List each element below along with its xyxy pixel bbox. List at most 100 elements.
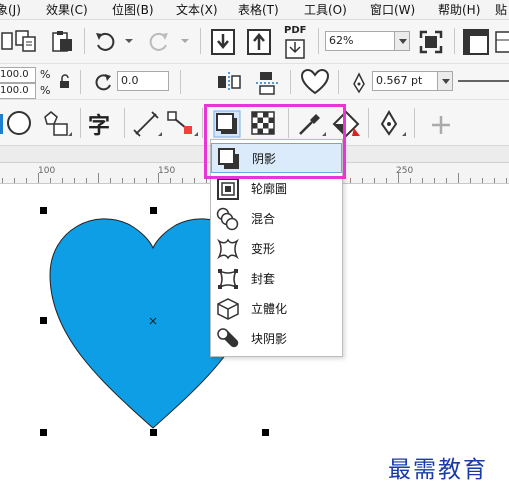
add-tool-icon[interactable]	[430, 114, 452, 136]
selection-handle-top-left[interactable]	[40, 207, 47, 214]
toolbar-separator	[80, 70, 81, 94]
extrude-icon	[217, 298, 239, 320]
standard-toolbar: PDF 62%	[0, 20, 509, 64]
flyout-item-block-shadow[interactable]: 块阴影	[211, 324, 342, 354]
mirror-horizontal-icon[interactable]	[216, 70, 242, 94]
ruler-tick	[122, 178, 123, 183]
polygon-tool-icon[interactable]	[42, 110, 72, 138]
menu-text[interactable]: 文本(X)	[176, 2, 218, 18]
ruler-tick	[134, 178, 135, 183]
undo-icon[interactable]	[94, 30, 118, 52]
outline-width-dropdown-button[interactable]	[437, 71, 453, 91]
menu-help[interactable]: 帮助(H)	[438, 2, 480, 18]
tool-highlight-outline	[204, 104, 346, 142]
undo-dropdown-icon[interactable]	[124, 36, 134, 46]
ruler-tick	[62, 178, 63, 183]
zoom-level-field[interactable]: 62%	[325, 31, 395, 51]
ruler-tick	[362, 178, 363, 183]
import-icon[interactable]	[210, 28, 236, 56]
ruler-tick	[26, 178, 27, 183]
shape-heart-icon[interactable]	[300, 68, 330, 96]
ruler-tick	[374, 178, 375, 183]
mirror-vertical-icon[interactable]	[254, 70, 280, 96]
ruler-label: 100	[38, 166, 56, 176]
toolbar-separator	[290, 70, 291, 94]
block-shadow-icon	[217, 328, 239, 348]
app-window: 象(J) 效果(C) 位图(B) 文本(X) 表格(T) 工具(O) 窗口(W)…	[0, 0, 509, 494]
flyout-item-label: 轮廓圖	[251, 182, 288, 196]
paste-icon[interactable]	[50, 29, 74, 53]
grid-icon[interactable]	[494, 28, 509, 56]
toolbar-separator	[84, 28, 85, 54]
ruler-label: 150	[158, 166, 176, 176]
selection-handle-bottom-right[interactable]	[262, 429, 269, 436]
flyout-item-blend[interactable]: 混合	[211, 204, 342, 234]
ruler-tick	[158, 173, 159, 183]
flyout-item-envelope[interactable]: 封套	[211, 264, 342, 294]
export-icon[interactable]	[246, 28, 272, 56]
ruler-tick	[482, 178, 483, 183]
toolbar-separator	[414, 108, 415, 138]
line-style-preview[interactable]	[458, 76, 509, 86]
cut-icon[interactable]	[0, 30, 14, 52]
outline-pen-tool-icon[interactable]	[376, 110, 406, 138]
ruler-tick	[350, 178, 351, 183]
toolbar-separator	[180, 70, 181, 94]
menu-effects[interactable]: 效果(C)	[46, 2, 88, 18]
selection-handle-top-center[interactable]	[150, 207, 157, 214]
menu-bitmaps[interactable]: 位图(B)	[112, 2, 154, 18]
selection-handle-bottom-left[interactable]	[40, 429, 47, 436]
rulers-icon[interactable]	[462, 28, 490, 56]
menu-window[interactable]: 窗口(W)	[370, 2, 415, 18]
ruler-tick	[98, 173, 99, 183]
ruler-tick	[14, 178, 15, 183]
publish-pdf-label: PDF	[284, 25, 307, 36]
connector-tool-icon[interactable]	[166, 110, 198, 138]
outline-width-field[interactable]: 0.567 pt	[372, 71, 438, 91]
ruler-tick	[170, 178, 171, 183]
ruler-tick	[182, 178, 183, 183]
ruler-tick	[38, 173, 39, 183]
lock-ratio-icon[interactable]	[58, 74, 72, 90]
ruler-tick	[50, 178, 51, 183]
toolbar-separator	[124, 108, 125, 138]
selection-handle-bottom-center[interactable]	[150, 429, 157, 436]
flyout-item-label: 立體化	[251, 302, 288, 316]
redo-icon[interactable]	[146, 30, 170, 52]
redo-dropdown-icon[interactable]	[180, 36, 190, 46]
selection-handle-middle-left[interactable]	[40, 317, 47, 324]
flyout-item-label: 封套	[251, 272, 276, 286]
text-tool-icon[interactable]: 字	[88, 108, 110, 140]
menu-bar: 象(J) 效果(C) 位图(B) 文本(X) 表格(T) 工具(O) 窗口(W)…	[0, 0, 509, 20]
ruler-tick	[458, 173, 459, 183]
menu-table[interactable]: 表格(T)	[238, 2, 279, 18]
menu-object[interactable]: 象(J)	[0, 2, 21, 18]
ruler-tick	[506, 178, 507, 183]
flyout-item-extrude[interactable]: 立體化	[211, 294, 342, 324]
full-screen-icon[interactable]	[418, 29, 444, 55]
menu-tools[interactable]: 工具(O)	[304, 2, 347, 18]
publish-pdf-icon[interactable]	[284, 38, 308, 60]
ellipse-tool-icon[interactable]	[6, 110, 34, 138]
ruler-tick	[110, 178, 111, 183]
flyout-highlight-outline	[204, 139, 346, 179]
ruler-tick	[86, 178, 87, 183]
menu-more[interactable]: 贴	[495, 2, 507, 18]
flyout-item-distort[interactable]: 变形	[211, 234, 342, 264]
copy-icon[interactable]	[14, 29, 38, 53]
toolbar-separator	[80, 108, 81, 138]
scale-width-field[interactable]: 100.0	[0, 67, 36, 83]
ruler-tick	[446, 178, 447, 183]
property-bar: 100.0 % 100.0 % 0.0 0.567 pt	[0, 64, 509, 100]
toolbar-separator	[454, 28, 455, 54]
ruler-tick	[74, 178, 75, 183]
ruler-tick	[494, 178, 495, 183]
ruler-tick	[398, 173, 399, 183]
zoom-dropdown-button[interactable]	[394, 31, 410, 51]
scale-height-field[interactable]: 100.0	[0, 83, 36, 99]
rotation-angle-field[interactable]: 0.0	[117, 71, 169, 91]
scale-width-unit: %	[40, 68, 51, 81]
scale-height-unit: %	[40, 84, 51, 97]
outline-pen-icon	[353, 72, 365, 94]
dimension-tool-icon[interactable]	[132, 110, 162, 138]
